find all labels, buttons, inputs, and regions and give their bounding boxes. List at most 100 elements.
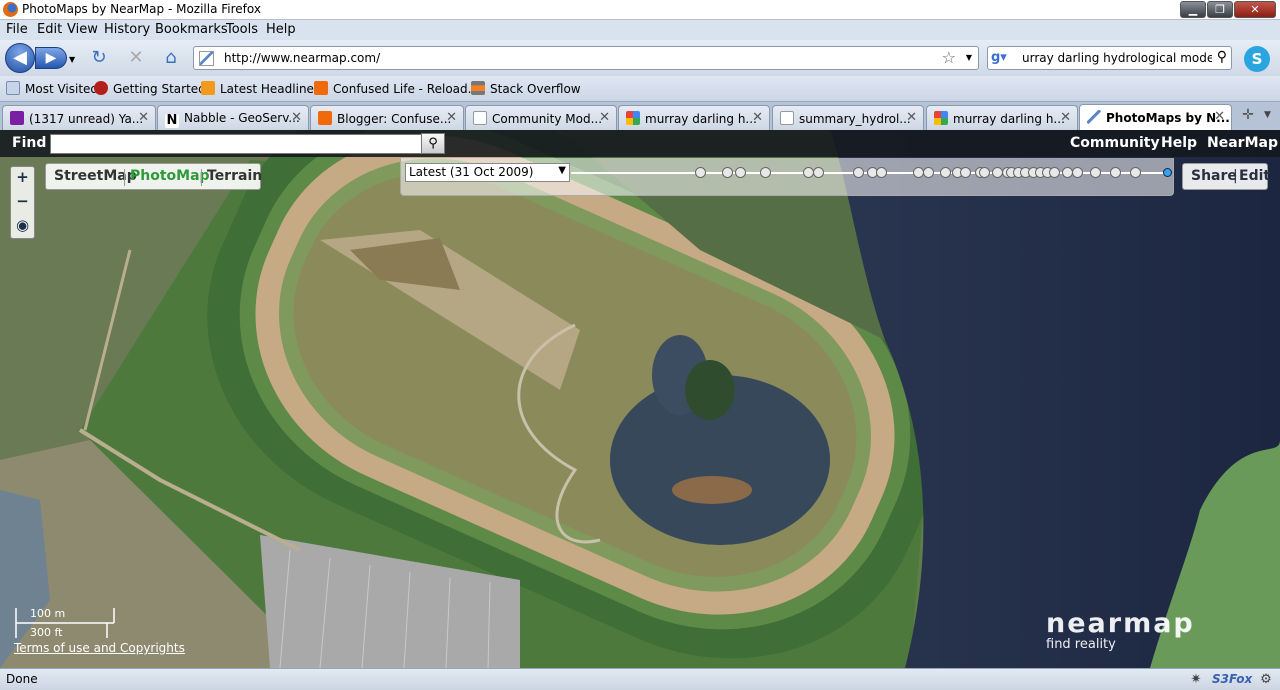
url-text[interactable]: http://www.nearmap.com/ [224, 51, 380, 65]
locate-icon[interactable]: ◉ [14, 217, 31, 234]
bookmark-most-visited[interactable]: Most Visited [6, 81, 98, 96]
nearmap-logo: nearmap find reality [1046, 608, 1195, 652]
tab-nabble[interactable]: N Nabble - GeoServ... ✕ [157, 105, 309, 130]
find-input[interactable] [50, 134, 422, 154]
search-icon: ⚲ [428, 136, 438, 151]
stop-icon[interactable]: ✕ [126, 48, 146, 68]
addon-bug-icon[interactable]: ✷ [1188, 672, 1204, 688]
scale-imperial-label: 300 ft [30, 626, 63, 639]
forward-button[interactable]: ▶ [35, 47, 67, 69]
window-titlebar: PhotoMaps by NearMap - Mozilla Firefox ▁… [0, 0, 1280, 20]
divider: | [1233, 168, 1238, 184]
timeline-date-marker[interactable] [760, 167, 771, 178]
search-bar[interactable]: g▾ urray darling hydrological modelling … [987, 46, 1232, 70]
blogger-icon [314, 81, 328, 95]
tab-google-2[interactable]: murray darling h... ✕ [926, 105, 1078, 130]
timeline-date-marker[interactable] [722, 167, 733, 178]
date-select[interactable]: Latest (31 Oct 2009) ▼ [405, 163, 570, 182]
tab-close-icon[interactable]: ✕ [446, 110, 457, 125]
tab-label: summary_hydrol... [799, 112, 911, 126]
menu-help[interactable]: Help [266, 22, 296, 37]
tab-google-1[interactable]: murray darling h... ✕ [618, 105, 770, 130]
timeline-date-marker[interactable] [1090, 167, 1101, 178]
search-icon[interactable]: ⚲ [1217, 49, 1227, 65]
back-button[interactable]: ◀ [5, 43, 35, 73]
menu-history[interactable]: History [104, 22, 150, 37]
aerial-photo[interactable] [0, 130, 1280, 668]
url-dropdown-icon[interactable]: ▼ [966, 53, 972, 62]
bookmark-stack-overflow[interactable]: Stack Overflow [471, 81, 581, 96]
find-search-button[interactable]: ⚲ [421, 133, 445, 154]
menu-edit[interactable]: Edit [37, 22, 62, 37]
timeline-date-marker[interactable] [1130, 167, 1141, 178]
zoom-in-button[interactable]: + [14, 169, 31, 186]
timeline-date-marker[interactable] [813, 167, 824, 178]
zoom-out-button[interactable]: − [14, 193, 31, 210]
tab-close-icon[interactable]: ✕ [138, 110, 149, 125]
tab-close-icon[interactable]: ✕ [1214, 109, 1225, 124]
menu-file[interactable]: File [6, 22, 28, 37]
photomap-button[interactable]: PhotoMap [130, 168, 210, 184]
maximize-button[interactable]: ❐ [1207, 1, 1233, 18]
tab-close-icon[interactable]: ✕ [599, 110, 610, 125]
gear-icon[interactable]: ⚙ [1258, 672, 1274, 688]
new-tab-button[interactable]: ✛ [1238, 107, 1258, 127]
window-title: PhotoMaps by NearMap - Mozilla Firefox [22, 2, 261, 16]
timeline-date-marker[interactable] [1072, 167, 1083, 178]
share-button[interactable]: Share [1191, 168, 1237, 184]
tab-summary[interactable]: summary_hydrol... ✕ [772, 105, 924, 130]
google-icon [626, 111, 640, 125]
community-link[interactable]: Community [1070, 135, 1160, 151]
reload-icon[interactable]: ↻ [89, 48, 109, 68]
timeline-date-marker[interactable] [1110, 167, 1121, 178]
skype-icon[interactable]: S [1244, 46, 1270, 72]
menu-bar: File Edit View History Bookmarks Tools H… [0, 20, 1280, 40]
tab-list-dropdown-icon[interactable]: ▼ [1264, 110, 1271, 120]
bookmark-label: Most Visited [25, 82, 99, 96]
tab-community[interactable]: Community Mod... ✕ [465, 105, 617, 130]
search-input[interactable]: urray darling hydrological modelling [1022, 51, 1212, 65]
minimize-button[interactable]: ▁ [1180, 1, 1206, 18]
timeline-date-marker[interactable] [1049, 167, 1060, 178]
timeline-date-marker[interactable] [876, 167, 887, 178]
tab-blogger[interactable]: Blogger: Confuse... ✕ [310, 105, 464, 130]
timeline-date-marker[interactable] [979, 167, 990, 178]
history-dropdown-icon[interactable]: ▼ [69, 55, 75, 64]
address-bar[interactable]: http://www.nearmap.com/ ☆ ▼ [193, 46, 979, 70]
bookmark-getting-started[interactable]: Getting Started [94, 81, 206, 96]
menu-bookmarks[interactable]: Bookmarks [155, 22, 228, 37]
edit-button[interactable]: Edit [1239, 168, 1270, 184]
tab-close-icon[interactable]: ✕ [1060, 110, 1071, 125]
bookmark-star-icon[interactable]: ☆ [942, 48, 956, 67]
menu-view[interactable]: View [67, 22, 98, 37]
timeline-date-marker[interactable] [960, 167, 971, 178]
timeline-date-marker[interactable] [923, 167, 934, 178]
timeline-date-marker[interactable] [735, 167, 746, 178]
tab-close-icon[interactable]: ✕ [906, 110, 917, 125]
search-engine-google-icon[interactable]: g▾ [991, 50, 1017, 67]
menu-tools[interactable]: Tools [226, 22, 258, 37]
map-viewport[interactable]: Find ⚲ Community Help NearMap + − ◉ Stre… [0, 130, 1280, 668]
tab-photomaps[interactable]: PhotoMaps by N... ✕ [1079, 104, 1232, 131]
logo-tagline: find reality [1046, 637, 1116, 652]
help-link[interactable]: Help [1161, 135, 1197, 151]
terrain-button[interactable]: Terrain [207, 168, 262, 184]
home-icon[interactable]: ⌂ [161, 48, 181, 68]
tab-close-icon[interactable]: ✕ [752, 110, 763, 125]
map-type-switcher: StreetMap PhotoMap Terrain [45, 163, 262, 190]
bookmark-confused-life[interactable]: Confused Life - Reload... [314, 81, 479, 96]
tab-close-icon[interactable]: ✕ [291, 110, 302, 125]
nearmap-link[interactable]: NearMap [1207, 135, 1278, 151]
timeline-current-marker[interactable] [1163, 168, 1172, 177]
timeline-date-marker[interactable] [853, 167, 864, 178]
terms-link[interactable]: Terms of use and Copyrights [14, 641, 185, 655]
timeline-slider[interactable] [571, 167, 1172, 178]
s3fox-addon[interactable]: S3Fox [1212, 672, 1252, 686]
bookmark-latest-headlines[interactable]: Latest Headlines [201, 81, 320, 96]
yahoo-icon [10, 111, 24, 125]
tab-yahoo[interactable]: (1317 unread) Ya... ✕ [2, 105, 156, 130]
status-text: Done [6, 672, 38, 686]
timeline-date-marker[interactable] [695, 167, 706, 178]
close-window-button[interactable]: ✕ [1234, 1, 1276, 18]
timeline-date-marker[interactable] [940, 167, 951, 178]
